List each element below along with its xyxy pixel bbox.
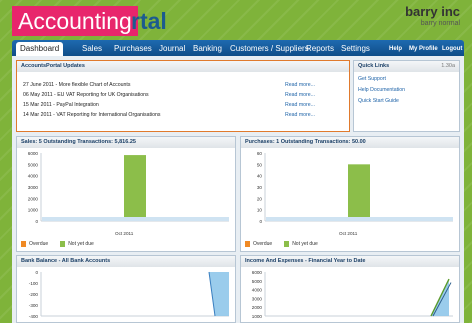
not-yet-due-swatch [284, 241, 290, 247]
y-tick-label: 3000 [28, 185, 39, 190]
company-name: barry inc [405, 4, 460, 19]
y-tick-label: 40 [257, 174, 263, 179]
update-text: 27 June 2011 - More flexible Chart of Ac… [23, 82, 131, 88]
updates-title: AccountsPortal Updates [17, 61, 349, 72]
y-tick-label: 6000 [28, 151, 39, 156]
chart-title: Bank Balance - All Bank Accounts [17, 256, 235, 267]
purchases-chart: 60 50 40 30 20 10 0 [257, 151, 453, 224]
chart-legend: Overdue Not yet due [21, 241, 106, 247]
chart-title: Purchases: 1 Outstanding Transactions: 5… [241, 137, 459, 148]
bank-balance-chart: 0 -100 -200 -300 -400 [29, 270, 229, 319]
y-tick-label: -200 [29, 292, 39, 297]
chart-title: Sales: 5 Outstanding Transactions: 5,816… [17, 137, 235, 148]
y-tick-label: -100 [29, 281, 39, 286]
quick-links-header: Quick Links 1.30a [354, 61, 459, 72]
bank-balance-panel: Bank Balance - All Bank Accounts 0 -100 -2… [16, 255, 236, 323]
legend-overdue: Overdue [29, 241, 49, 247]
sales-chart-panel: Sales: 5 Outstanding Transactions: 5,816… [16, 136, 236, 252]
not-yet-due-swatch [60, 241, 66, 247]
nav-journal[interactable]: Journal [159, 42, 185, 56]
read-more-link[interactable]: Read more... [285, 82, 315, 88]
updates-panel: AccountsPortal Updates 27 June 2011 - Mo… [16, 60, 350, 132]
y-tick-label: 2000 [252, 305, 263, 310]
logo-badge[interactable]: Accounting [12, 6, 138, 36]
y-tick-label: 1000 [28, 208, 39, 213]
update-text: 15 Mar 2011 - PayPal Integration [23, 102, 99, 108]
get-support-link[interactable]: Get Support [358, 76, 386, 82]
legend-overdue: Overdue [253, 241, 273, 247]
y-tick-label: 4000 [28, 174, 39, 179]
sales-chart: 6000 5000 4000 3000 2000 1000 0 [28, 151, 229, 224]
nav-customers-suppliers[interactable]: Customers / Suppliers [230, 42, 309, 56]
income-expenses-chart: 6000 5000 4000 3000 2000 1000 [252, 270, 453, 319]
y-tick-label: 1000 [252, 314, 263, 319]
read-more-link[interactable]: Read more... [285, 102, 315, 108]
y-tick-label: 0 [35, 219, 38, 224]
y-tick-label: 60 [257, 151, 263, 156]
legend-not-yet-due: Not yet due [68, 241, 94, 247]
bar-not-yet-due [348, 164, 370, 221]
update-text: 14 Mar 2011 - VAT Reporting for Internat… [23, 112, 161, 118]
y-tick-label: 30 [257, 185, 263, 190]
legend-not-yet-due: Not yet due [292, 241, 318, 247]
header: Accounting rtal barry inc barry normal [0, 0, 472, 40]
help-documentation-link[interactable]: Help Documentation [358, 87, 405, 93]
y-tick-label: 3000 [252, 296, 263, 301]
y-tick-label: 10 [257, 208, 263, 213]
company-info: barry inc barry normal [405, 4, 460, 27]
nav-help[interactable]: Help [389, 42, 402, 56]
main-nav: Dashboard Sales Purchases Journal Bankin… [12, 40, 464, 56]
nav-reports[interactable]: Reports [306, 42, 334, 56]
overdue-swatch [21, 241, 26, 247]
update-text: 06 May 2011 - EU VAT Reporting for UK Or… [23, 92, 149, 98]
y-tick-label: 0 [35, 270, 38, 275]
y-tick-label: 20 [257, 196, 263, 201]
y-tick-label: 50 [257, 162, 263, 167]
baseline-band [266, 217, 453, 221]
x-tick-label: Oct 2011 [339, 231, 358, 236]
read-more-link[interactable]: Read more... [285, 112, 315, 118]
quick-start-guide-link[interactable]: Quick Start Guide [358, 98, 399, 104]
y-tick-label: 5000 [252, 279, 263, 284]
logo-text: rtal [131, 8, 167, 34]
bar-not-yet-due [124, 155, 146, 221]
purchases-chart-panel: Purchases: 1 Outstanding Transactions: 5… [240, 136, 460, 252]
y-tick-label: -400 [29, 314, 39, 319]
version-label: 1.30a [441, 63, 455, 69]
nav-dashboard[interactable]: Dashboard [16, 42, 64, 56]
nav-banking[interactable]: Banking [193, 42, 222, 56]
nav-purchases[interactable]: Purchases [114, 42, 152, 56]
y-tick-label: 2000 [28, 196, 39, 201]
y-tick-label: 6000 [252, 270, 263, 275]
nav-settings[interactable]: Settings [341, 42, 370, 56]
y-tick-label: -300 [29, 303, 39, 308]
nav-sales[interactable]: Sales [82, 42, 102, 56]
quick-links-panel: Quick Links 1.30a Get Support Help Docum… [353, 60, 460, 132]
nav-logout[interactable]: Logout [442, 42, 462, 56]
x-tick-label: Oct 2011 [115, 231, 134, 236]
y-tick-label: 4000 [252, 288, 263, 293]
overdue-swatch [245, 241, 250, 247]
quick-links-title: Quick Links [358, 63, 390, 69]
y-tick-label: 5000 [28, 162, 39, 167]
baseline-band [42, 217, 229, 221]
dashboard-content: AccountsPortal Updates 27 June 2011 - Mo… [12, 56, 464, 323]
nav-my-profile[interactable]: My Profile [409, 42, 438, 56]
chart-title: Income And Expenses - Financial Year to … [241, 256, 459, 267]
y-tick-label: 0 [259, 219, 262, 224]
income-expenses-panel: Income And Expenses - Financial Year to … [240, 255, 460, 323]
read-more-link[interactable]: Read more... [285, 92, 315, 98]
chart-legend: Overdue Not yet due [245, 241, 330, 247]
current-user: barry normal [420, 20, 460, 27]
